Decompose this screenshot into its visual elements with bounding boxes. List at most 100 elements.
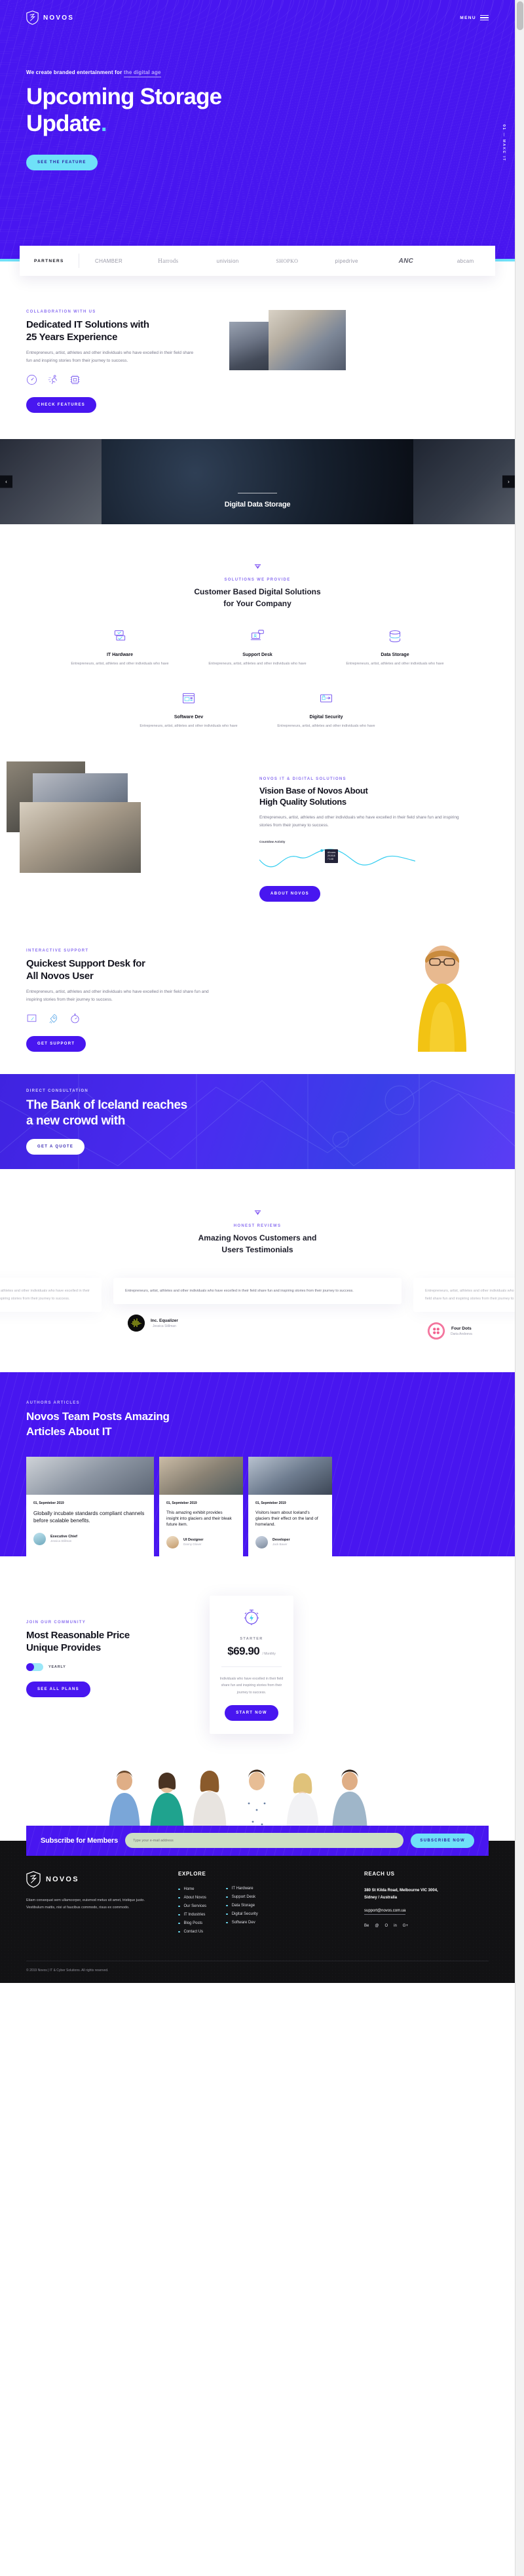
brand-logo[interactable]: NOVOS xyxy=(26,10,74,25)
testimonial-quote: Entrepreneurs, artist, athletes and othe… xyxy=(425,1288,524,1301)
solution-card-it-hardware[interactable]: IT Hardware Entrepreneurs, artist, athle… xyxy=(71,629,169,668)
billing-period-toggle[interactable] xyxy=(26,1663,43,1672)
blog-author-name: Danny Glover xyxy=(183,1543,202,1547)
blog-author-role: Developer xyxy=(272,1538,290,1543)
vision-section: NOVOS IT & DIGITAL SOLUTIONS Vision Base… xyxy=(0,761,515,902)
testimonials-title-line1: Amazing Novos Customers and xyxy=(198,1233,317,1243)
slider-slide-right[interactable] xyxy=(413,439,515,525)
testimonial-card-next[interactable]: Entrepreneurs, artist, athletes and othe… xyxy=(413,1277,524,1313)
subscribe-button[interactable]: SUBSCRIBE NOW xyxy=(411,1833,474,1848)
hero-cta-button[interactable]: SEE THE FEATURE xyxy=(26,154,98,170)
hero-slide-indicator: 01 — MAKE IT xyxy=(502,125,506,162)
slider-next-button[interactable]: › xyxy=(502,475,515,488)
footer-link[interactable]: Blog Posts xyxy=(178,1921,206,1925)
partners-label: PARTNERS xyxy=(20,254,79,268)
chevron-right-icon: › xyxy=(508,478,510,485)
solution-card-title: Data Storage xyxy=(381,653,409,658)
plan-price-value: $69.90 xyxy=(227,1644,260,1657)
menu-button[interactable]: MENU xyxy=(460,14,489,21)
vision-cta-button[interactable]: ABOUT NOVOS xyxy=(259,885,320,902)
footer-link[interactable]: IT Industries xyxy=(178,1913,206,1917)
testimonial-quote: Entrepreneurs, artist, athletes and othe… xyxy=(0,1288,90,1301)
behance-icon[interactable]: Be xyxy=(364,1924,369,1928)
solution-card-support-desk[interactable]: Support Desk Entrepreneurs, artist, athl… xyxy=(208,629,307,668)
scrollbar-thumb[interactable] xyxy=(517,1,523,30)
solution-card-software-dev[interactable]: Software Dev Entrepreneurs, artist, athl… xyxy=(140,691,238,730)
blog-post-card[interactable]: 01, Sepmteber 2019 Visitors learn about … xyxy=(248,1457,332,1556)
partner-logo-chamber[interactable]: CHAMBER xyxy=(79,258,139,264)
partner-logo-anc[interactable]: ANC xyxy=(377,258,436,265)
vision-kicker: NOVOS IT & DIGITAL SOLUTIONS xyxy=(259,777,346,781)
data-storage-icon xyxy=(389,630,401,643)
footer-link-label: Blog Posts xyxy=(183,1921,203,1925)
instagram-icon[interactable]: @ xyxy=(375,1924,379,1928)
footer-link[interactable]: Home xyxy=(178,1887,206,1891)
solutions-title-line1: Customer Based Digital Solutions xyxy=(194,587,321,597)
dedicated-body: Entrepreneurs, artist, athletes and othe… xyxy=(26,351,194,364)
bank-cta-button[interactable]: GET A QUOTE xyxy=(26,1138,85,1155)
solution-card-title: Support Desk xyxy=(242,653,272,658)
testimonial-card-prev[interactable]: Entrepreneurs, artist, athletes and othe… xyxy=(0,1277,102,1313)
subscribe-email-input[interactable] xyxy=(125,1833,404,1849)
footer-email-link[interactable]: support@novos.com.ua xyxy=(364,1909,406,1915)
solution-card-digital-security[interactable]: Digital Security Entrepreneurs, artist, … xyxy=(277,691,375,730)
pricing-plan-card[interactable]: STARTER $69.90 / Monthly Individuals who… xyxy=(210,1595,293,1734)
footer-link[interactable]: Our Services xyxy=(178,1904,207,1908)
footer-link[interactable]: Support Desk xyxy=(226,1895,258,1899)
dribbble-icon[interactable]: O xyxy=(384,1924,388,1928)
blog-post-title[interactable]: Globally incubate standards compliant ch… xyxy=(33,1510,147,1525)
bank-title-line2: a new crowd with xyxy=(26,1114,125,1128)
plan-cta-button[interactable]: START NOW xyxy=(225,1704,278,1721)
blog-author-name: Jack Bauer xyxy=(272,1543,288,1547)
footer-link[interactable]: Digital Security xyxy=(226,1912,258,1916)
blog-post-card[interactable]: 01, Sepmteber 2019 This amazing exhibit … xyxy=(159,1457,243,1556)
solutions-section: SOLUTIONS WE PROVIDE Customer Based Digi… xyxy=(0,524,515,730)
footer-link[interactable]: IT Hardware xyxy=(226,1887,258,1891)
blog-post-card[interactable]: 01, Sepmteber 2019 Globally incubate sta… xyxy=(26,1457,154,1556)
four-dots-logo xyxy=(428,1322,445,1340)
support-cta-button[interactable]: GET SUPPORT xyxy=(26,1036,86,1052)
testimonial-card-active[interactable]: Entrepreneurs, artist, athletes and othe… xyxy=(113,1277,402,1305)
footer-link[interactable]: Software Dev xyxy=(226,1921,258,1925)
partner-logo-pipedrive[interactable]: pipedrive xyxy=(317,258,377,264)
partner-logo-shopko[interactable]: SHOPKO xyxy=(257,258,317,264)
support-copy: INTERACTIVE SUPPORT Quickest Support Des… xyxy=(26,937,223,1052)
see-all-plans-button[interactable]: SEE ALL PLANS xyxy=(26,1682,90,1698)
partner-logo-abcam[interactable]: abcam xyxy=(436,258,495,264)
footer-address-line2: Sidney / Australia xyxy=(364,1896,398,1900)
blog-post-date: 01, Sepmteber 2019 xyxy=(33,1501,64,1506)
it-hardware-icon xyxy=(114,630,126,641)
solution-card-title: Software Dev xyxy=(174,715,204,720)
footer-explore-links: Home About Novos Our Services IT Industr… xyxy=(178,1887,207,1934)
solutions-cards: IT Hardware Entrepreneurs, artist, athle… xyxy=(26,629,489,730)
slider-prev-button[interactable]: ‹ xyxy=(0,475,12,488)
dedicated-cta-button[interactable]: CHECK FEATURES xyxy=(26,397,97,413)
footer-link-label: IT Hardware xyxy=(231,1886,253,1891)
blog-post-title[interactable]: Visitors learn about Iceland's glaciers … xyxy=(255,1510,325,1528)
solutions-title: Customer Based Digital Solutions for You… xyxy=(26,586,489,609)
slider-slide-left[interactable] xyxy=(0,439,102,525)
brand-name: NOVOS xyxy=(43,14,75,22)
footer-brand[interactable]: NOVOS xyxy=(26,1871,157,1888)
testimonials-title-line2: Users Testimonials xyxy=(221,1244,293,1254)
page-scrollbar[interactable] xyxy=(515,0,524,2576)
partner-logo-univision[interactable]: univision xyxy=(198,258,257,264)
linkedin-icon[interactable]: in xyxy=(394,1924,397,1928)
dedicated-section: COLLABORATION WITH US Dedicated IT Solut… xyxy=(0,276,515,413)
footer-link[interactable]: About Novos xyxy=(178,1896,206,1900)
blog-post-title[interactable]: This amazing exhibit provides insight in… xyxy=(166,1510,236,1528)
slider-slide-active[interactable]: Digital Data Storage xyxy=(102,439,413,525)
footer-link[interactable]: Data Storage xyxy=(226,1904,258,1908)
plan-name: STARTER xyxy=(240,1636,263,1641)
solution-card-body: Entrepreneurs, artist, athletes and othe… xyxy=(140,724,238,729)
hero-eyebrow-highlight[interactable]: the digital age xyxy=(123,69,161,77)
billing-toggle-row: YEARLY xyxy=(26,1663,183,1672)
support-title-line1: Quickest Support Desk for xyxy=(26,957,145,969)
footer-link[interactable]: Contact Us xyxy=(178,1930,206,1934)
hero-title-line1: Upcoming Storage xyxy=(26,84,222,109)
partner-logo-harrods[interactable]: Harrods xyxy=(138,258,198,264)
solution-card-data-storage[interactable]: Data Storage Entrepreneurs, artist, athl… xyxy=(346,629,444,668)
blog-post-thumbnail xyxy=(159,1457,243,1495)
google-plus-icon[interactable]: G+ xyxy=(403,1924,408,1928)
testimonial-quote: Entrepreneurs, artist, athletes and othe… xyxy=(125,1288,354,1293)
